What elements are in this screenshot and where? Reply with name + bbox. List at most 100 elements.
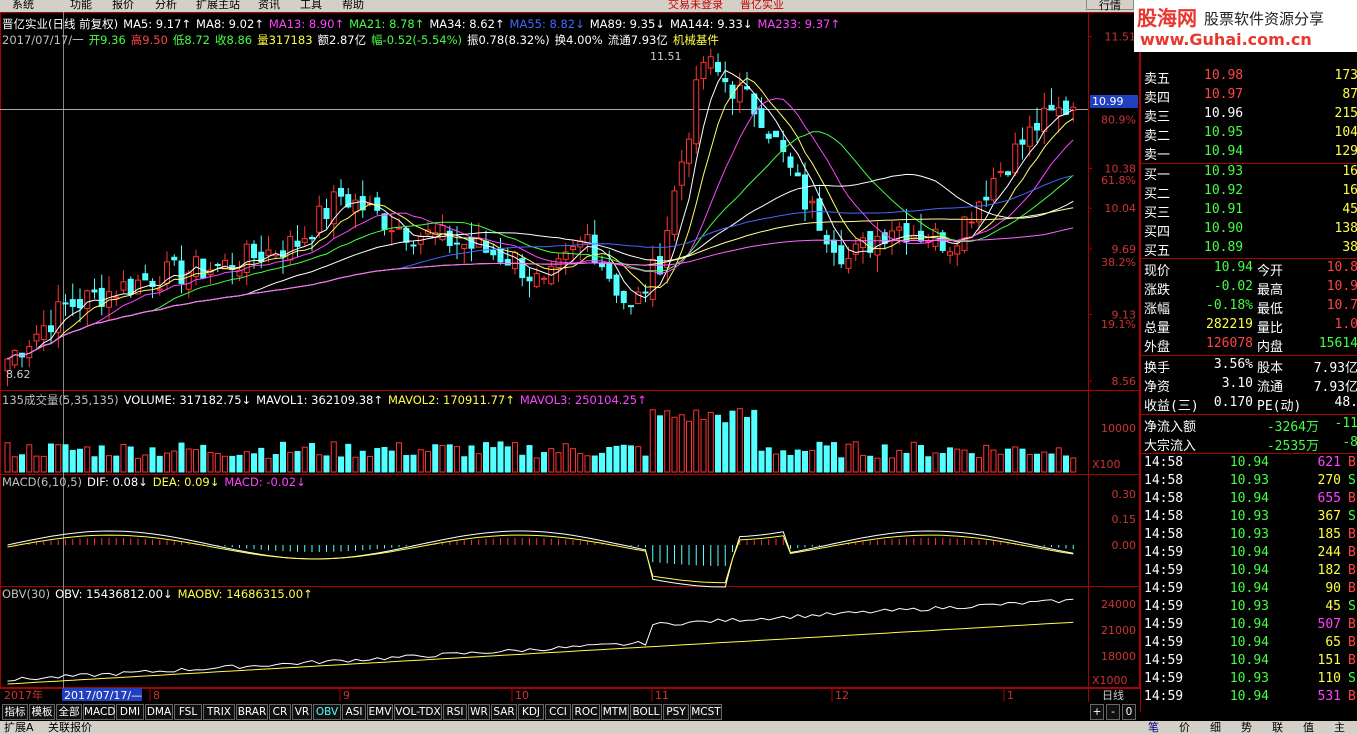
tick-price: 10.94 — [1229, 635, 1269, 650]
zoom-in-button[interactable]: + — [1090, 704, 1104, 720]
ma-legend-item-2: MA8: 9.02↑ — [196, 17, 264, 31]
obv-tick-18000: 18000 — [1101, 650, 1136, 663]
menu-quote[interactable]: 报价 — [112, 0, 134, 12]
day-info-item-10: 流通7.93亿 — [607, 33, 668, 47]
indicator-tab-kdj[interactable]: KDJ — [518, 704, 544, 720]
candle-body-15 — [113, 296, 120, 299]
volume-bar-54 — [396, 442, 402, 473]
kline-chart-area[interactable]: 11.5110.9510.3810.049.699.138.5680.9%61.… — [0, 12, 1140, 712]
tick-volume: 182 — [1317, 563, 1341, 578]
side-tab-6[interactable]: 主 — [1334, 719, 1345, 734]
axis-labels: 11.5110.9510.3810.049.699.138.5680.9%61.… — [4, 31, 1138, 702]
menu-tools[interactable]: 工具 — [300, 0, 322, 12]
stat-label: 现价 — [1144, 264, 1171, 279]
menu-system[interactable]: 系统 — [12, 0, 34, 12]
candle-body-137 — [997, 171, 1004, 174]
indicator-tab-sar[interactable]: SAR — [491, 704, 517, 720]
candle-body-66 — [483, 240, 489, 253]
bid-level-label: 买五 — [1144, 244, 1171, 259]
candle-body-134 — [976, 201, 982, 223]
candle-body-101 — [736, 84, 743, 103]
indicator-tab-vol-tdx[interactable]: VOL-TDX — [394, 704, 442, 720]
volume-bar-57 — [417, 449, 424, 473]
indicator-tab-vr[interactable]: VR — [292, 704, 312, 720]
volume-bar-39 — [287, 451, 294, 473]
stat-value-2: 10.9 — [1326, 279, 1357, 294]
candle-body-9 — [69, 299, 76, 307]
ask-row-4: 卖四 10.97 87 — [1141, 87, 1357, 106]
zoom-out-button[interactable]: - — [1106, 704, 1120, 720]
indicator-tab-emv[interactable]: EMV — [367, 704, 393, 720]
indicator-tab-mtm[interactable]: MTM — [601, 704, 629, 720]
side-tab-0[interactable]: 笔 — [1148, 719, 1159, 734]
menu-news[interactable]: 资讯 — [258, 0, 280, 12]
menu-analysis[interactable]: 分析 — [155, 0, 177, 12]
bid-level-label: 买一 — [1144, 168, 1171, 183]
quote-button[interactable]: 行情 — [1086, 0, 1134, 12]
candle-body-106 — [773, 130, 779, 138]
indicator-tab-brar[interactable]: BRAR — [236, 704, 268, 720]
tick-row-10: 14:59 10.94 65 B — [1141, 635, 1357, 653]
site-banner: 股海网 股票软件资源分享 www.Guhai.com.cn — [1134, 0, 1357, 52]
volume-bar-138 — [1005, 448, 1011, 473]
volume-bar-64 — [468, 445, 475, 473]
menu-extended-site[interactable]: 扩展主站 — [196, 0, 240, 12]
indicator-tab-psy[interactable]: PSY — [663, 704, 689, 720]
volume-bar-124 — [903, 452, 910, 473]
maobv-line — [7, 621, 1074, 685]
tick-volume: 45 — [1325, 599, 1341, 614]
side-tab-3[interactable]: 势 — [1241, 719, 1252, 734]
current-price-tag: 10.99 — [1092, 95, 1124, 108]
menu-help[interactable]: 帮助 — [342, 0, 364, 12]
tick-row-7: 14:59 10.94 90 B — [1141, 581, 1357, 599]
indicator-tab-cci[interactable]: CCI — [545, 704, 571, 720]
indicator-tab-macd[interactable]: MACD — [83, 704, 115, 720]
candle-body-74 — [541, 277, 547, 280]
indicator-tab-fsl[interactable]: FSL — [174, 704, 202, 720]
indicator-tab-dma[interactable]: DMA — [145, 704, 173, 720]
fund-stats-divider — [1141, 355, 1357, 356]
side-tab-4[interactable]: 联 — [1272, 719, 1283, 734]
stat-value-2: 10.7 — [1326, 298, 1357, 313]
zoom-reset-button[interactable]: 0 — [1122, 704, 1136, 720]
indicator-tab-指标[interactable]: 指标 — [2, 704, 28, 720]
candle-body-115 — [838, 245, 845, 265]
ma-legend-item-6: MA55: 8.82↓ — [509, 17, 585, 31]
trade-login-status[interactable]: 交易未登录 — [668, 0, 723, 12]
menu-function[interactable]: 功能 — [70, 0, 92, 12]
indicator-tab-rsi[interactable]: RSI — [443, 704, 467, 720]
indicator-tab-roc[interactable]: ROC — [572, 704, 600, 720]
side-tab-2[interactable]: 细 — [1210, 719, 1221, 734]
indicator-tab-bar: 指标 模板 全部 MACD DMI DMA FSL TRIX BRAR CR VR OBV ASI EMV… — [0, 703, 1140, 721]
volume-bar-40 — [294, 451, 301, 473]
indicator-tab-asi[interactable]: ASI — [342, 704, 366, 720]
stat-label-2: 最低 — [1257, 302, 1284, 317]
tick-time: 14:58 — [1144, 473, 1184, 488]
indicator-tab-boll[interactable]: BOLL — [630, 704, 662, 720]
tick-row-6: 14:59 10.94 182 B — [1141, 563, 1357, 581]
macd-tick-000: 0.00 — [1112, 539, 1137, 552]
indicator-tab-trix[interactable]: TRIX — [203, 704, 235, 720]
side-tab-5[interactable]: 值 — [1303, 719, 1314, 734]
ask-volume: 104 — [1334, 125, 1357, 140]
kline-chart-svg[interactable]: 11.5110.9510.3810.049.699.138.5680.9%61.… — [0, 12, 1140, 712]
ticks-divider — [1141, 453, 1357, 454]
indicator-tab-cr[interactable]: CR — [269, 704, 291, 720]
bid-row-1: 买一 10.93 16 — [1141, 164, 1357, 183]
volume-bar-46 — [338, 456, 344, 473]
indicator-tab-dmi[interactable]: DMI — [116, 704, 144, 720]
tab-related-quote[interactable]: 关联报价 — [48, 719, 92, 734]
tick-volume: 621 — [1317, 455, 1341, 470]
tick-price: 10.93 — [1229, 671, 1269, 686]
tick-flag: B — [1348, 581, 1356, 596]
indicator-tab-全部[interactable]: 全部 — [56, 704, 82, 720]
side-tab-1[interactable]: 价 — [1179, 719, 1190, 734]
indicator-tab-模板[interactable]: 模板 — [29, 704, 55, 720]
day-info-item-3: 低8.72 — [172, 33, 210, 47]
indicator-tab-mcst[interactable]: MCST — [690, 704, 722, 720]
indicator-tab-wr[interactable]: WR — [468, 704, 490, 720]
bid-volume: 38 — [1342, 240, 1357, 255]
indicator-tab-obv[interactable]: OBV — [313, 704, 341, 720]
flow-label: 大宗流入 — [1144, 439, 1197, 454]
tab-extended-a[interactable]: 扩展A — [4, 719, 34, 734]
